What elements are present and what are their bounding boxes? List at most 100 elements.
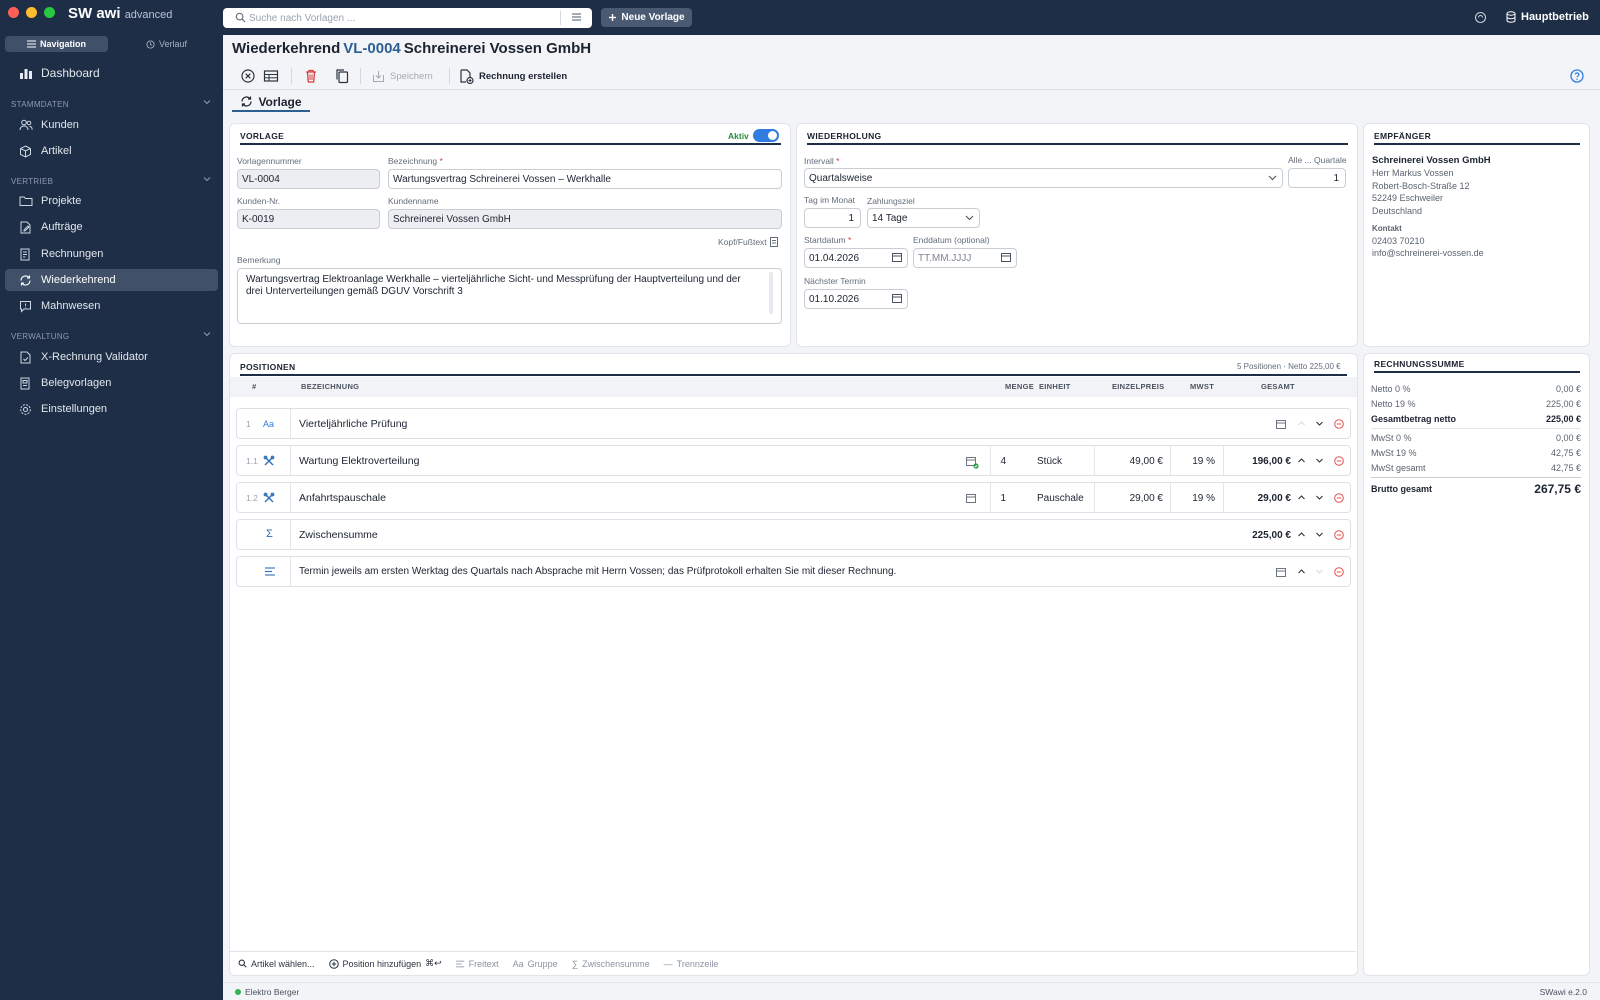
- header-footer-link[interactable]: Kopf/Fußtext: [718, 237, 778, 247]
- vat-0-label: MwSt 0 %: [1371, 433, 1412, 443]
- trash-icon[interactable]: [303, 68, 319, 84]
- card-empfaenger-title: EMPFÄNGER: [1374, 131, 1432, 141]
- chevron-down-icon[interactable]: [1315, 456, 1324, 465]
- day-of-month-field[interactable]: 1: [804, 208, 861, 228]
- every-quarters-field[interactable]: 1: [1288, 168, 1346, 188]
- close-window-button[interactable]: [8, 7, 19, 18]
- table-row[interactable]: 1.1 Wartung Elektroverteilung 4 Stück 49…: [236, 445, 1351, 476]
- tab-navigation[interactable]: Navigation: [5, 36, 108, 52]
- table-row[interactable]: Termin jeweils am ersten Werktag des Qua…: [236, 556, 1351, 587]
- new-template-button[interactable]: Neue Vorlage: [601, 8, 692, 27]
- add-group-button[interactable]: Aa Gruppe: [513, 959, 558, 969]
- sidebar-item-projekte[interactable]: Projekte: [5, 190, 218, 212]
- remove-icon[interactable]: [1334, 567, 1344, 577]
- add-position-label: Position hinzufügen: [342, 958, 422, 969]
- positions-action-bar: Artikel wählen... Position hinzufügen ⌘↩ …: [229, 951, 1356, 975]
- sidebar-item-artikel[interactable]: Artikel: [5, 140, 218, 162]
- sidebar-item-einstellungen[interactable]: Einstellungen: [5, 398, 218, 420]
- minimize-window-button[interactable]: [26, 7, 37, 18]
- sidebar-item-xrechnung[interactable]: X-Rechnung Validator: [5, 346, 218, 368]
- chevron-up-icon[interactable]: [1297, 493, 1306, 502]
- search-icon: [238, 959, 247, 968]
- row-vat: 19 %: [1192, 493, 1215, 504]
- designation-field[interactable]: Wartungsvertrag Schreinerei Vossen – Wer…: [388, 169, 782, 189]
- sidebar-item-rechnungen[interactable]: Rechnungen: [5, 243, 218, 265]
- remove-icon[interactable]: [1334, 419, 1344, 429]
- help-icon[interactable]: [1570, 68, 1584, 84]
- sidebar-item-belegvorlagen[interactable]: Belegvorlagen: [5, 372, 218, 394]
- customer-number-field[interactable]: K-0019: [237, 209, 380, 229]
- sidebar-item-label: Belegvorlagen: [41, 377, 112, 389]
- close-circle-icon[interactable]: [240, 68, 256, 84]
- remove-icon[interactable]: [1334, 530, 1344, 540]
- add-freetext-button[interactable]: Freitext: [455, 959, 499, 969]
- recipient-email[interactable]: info@schreinerei-vossen.de: [1372, 248, 1484, 258]
- table-view-icon[interactable]: [263, 68, 279, 84]
- calendar-icon[interactable]: [892, 252, 902, 262]
- save-button[interactable]: Speichern: [372, 68, 433, 84]
- sidebar-item-wiederkehrend[interactable]: Wiederkehrend: [5, 269, 218, 291]
- calendar-check-icon[interactable]: [966, 456, 979, 469]
- table-row[interactable]: Σ Zwischensumme 225,00 €: [236, 519, 1351, 550]
- chevron-down-icon[interactable]: [1315, 567, 1324, 576]
- sidebar-item-kunden[interactable]: Kunden: [5, 114, 218, 136]
- payment-term-select[interactable]: 14 Tage: [867, 208, 980, 228]
- add-subtotal-button[interactable]: ∑ Zwischensumme: [572, 959, 650, 969]
- section-vertrieb[interactable]: VERTRIEB: [11, 177, 211, 186]
- filter-menu-icon[interactable]: [571, 12, 582, 22]
- sidebar-item-mahnwesen[interactable]: Mahnwesen: [5, 295, 218, 317]
- interval-select[interactable]: Quartalsweise: [804, 168, 1283, 188]
- search-input[interactable]: [249, 10, 559, 26]
- section-verwaltung[interactable]: VERWALTUNG: [11, 332, 211, 341]
- tab-history[interactable]: Verlauf: [115, 36, 218, 52]
- recipient-phone: 02403 70210: [1372, 236, 1425, 246]
- sidebar-item-dashboard[interactable]: Dashboard: [5, 62, 218, 84]
- calendar-icon[interactable]: [966, 493, 976, 503]
- document-edit-icon: [20, 221, 31, 234]
- calendar-icon[interactable]: [1276, 567, 1286, 577]
- chevron-down-icon[interactable]: [1315, 530, 1324, 539]
- search-box[interactable]: [223, 8, 592, 28]
- card-rechnungssumme: [1363, 353, 1590, 976]
- recipient-street: Robert-Bosch-Straße 12: [1372, 181, 1470, 191]
- vat-19-label: MwSt 19 %: [1371, 448, 1417, 458]
- row-divider: [1170, 446, 1171, 475]
- template-icon: [20, 377, 30, 390]
- choose-article-button[interactable]: Artikel wählen...: [238, 959, 315, 969]
- title-bar: SW awi advanced Neue Vorlage Hauptbetrie…: [0, 0, 1600, 35]
- table-row[interactable]: 1.2 Anfahrtspauschale 1 Pauschale 29,00 …: [236, 482, 1351, 513]
- sync-icon[interactable]: [1474, 11, 1487, 24]
- calendar-icon[interactable]: [1001, 252, 1011, 262]
- end-date-field[interactable]: TT.MM.JJJJ: [913, 248, 1017, 268]
- create-invoice-button[interactable]: Rechnung erstellen: [459, 68, 567, 84]
- calendar-icon[interactable]: [892, 293, 902, 303]
- row-description: Vierteljährliche Prüfung: [299, 418, 408, 430]
- chevron-down-icon[interactable]: [1315, 493, 1324, 502]
- remark-scrollbar[interactable]: [769, 272, 773, 314]
- brand-edition: advanced: [124, 9, 173, 21]
- chevron-up-icon[interactable]: [1297, 530, 1306, 539]
- section-stammdaten[interactable]: STAMMDATEN: [11, 100, 211, 109]
- calendar-icon[interactable]: [1276, 419, 1286, 429]
- remark-textarea[interactable]: Wartungsvertrag Elektroanlage Werkhalle …: [237, 268, 782, 324]
- customer-name-field[interactable]: Schreinerei Vossen GmbH: [388, 209, 782, 229]
- sidebar-item-auftraege[interactable]: Aufträge: [5, 216, 218, 238]
- remove-icon[interactable]: [1334, 456, 1344, 466]
- chevron-up-icon[interactable]: [1297, 567, 1306, 576]
- tab-vorlage[interactable]: Vorlage: [232, 93, 310, 112]
- add-position-button[interactable]: Position hinzufügen ⌘↩: [328, 958, 442, 969]
- next-date-field[interactable]: 01.10.2026: [804, 289, 908, 309]
- active-toggle[interactable]: [753, 129, 779, 142]
- template-number-field[interactable]: VL-0004: [237, 169, 380, 189]
- chevron-up-icon[interactable]: [1297, 419, 1306, 428]
- zoom-window-button[interactable]: [44, 7, 55, 18]
- company-switcher[interactable]: Hauptbetrieb: [1506, 11, 1589, 23]
- table-row[interactable]: 1 Aa Vierteljährliche Prüfung: [236, 408, 1351, 439]
- add-separator-label: Trennzeile: [676, 958, 719, 969]
- add-separator-button[interactable]: — Trennzeile: [664, 959, 719, 969]
- remove-icon[interactable]: [1334, 493, 1344, 503]
- start-date-field[interactable]: 01.04.2026: [804, 248, 908, 268]
- duplicate-icon[interactable]: [334, 68, 350, 84]
- chevron-down-icon[interactable]: [1315, 419, 1324, 428]
- chevron-up-icon[interactable]: [1297, 456, 1306, 465]
